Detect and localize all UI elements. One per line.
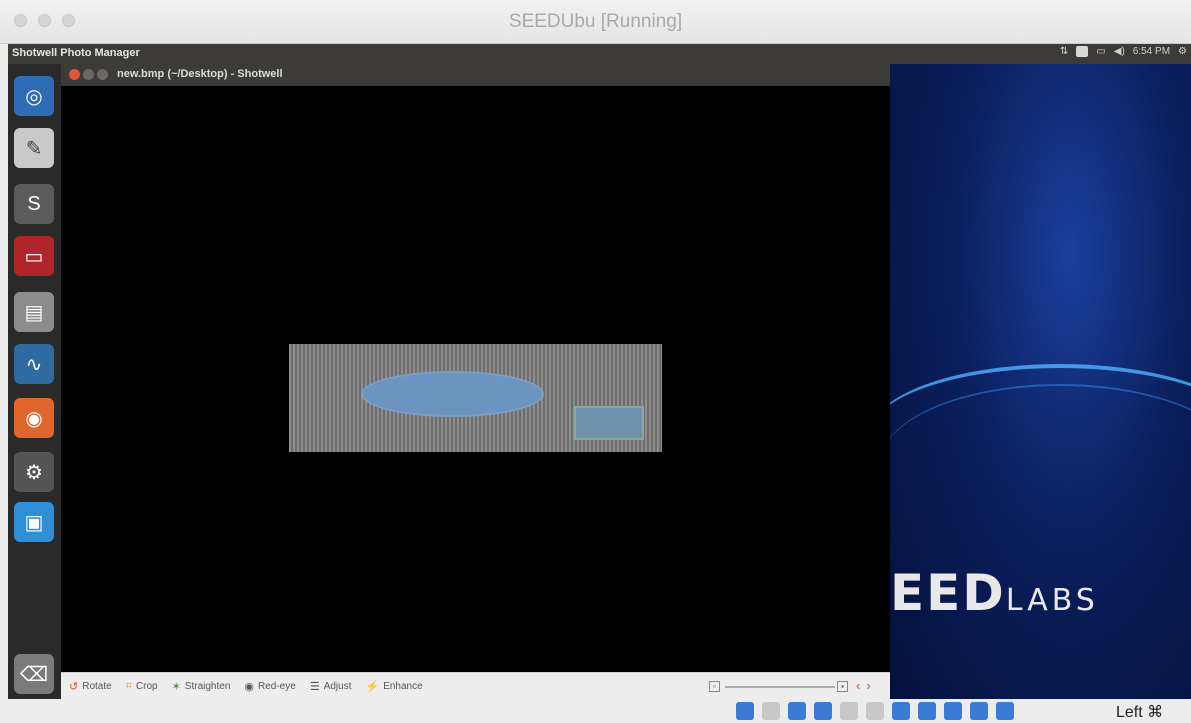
system-tray: ⇅ ▭ ◀) 6:54 PM ⚙ (1060, 46, 1187, 57)
adjust-icon: ☰ (309, 680, 320, 693)
shotwell-window-title: new.bmp (~/Desktop) - Shotwell (117, 68, 283, 80)
host-window-title: SEEDUbu [Running] (508, 11, 683, 32)
hard-disk-icon[interactable] (736, 702, 754, 720)
minimize-icon[interactable] (83, 69, 94, 80)
enhance-button[interactable]: ⚡ Enhance (365, 680, 422, 693)
ubuntu-icon[interactable]: ◎ (14, 76, 54, 116)
optical-drive-icon[interactable] (762, 702, 780, 720)
rotate-button[interactable]: ↺ Rotate (69, 680, 112, 693)
text-editor-icon[interactable]: ✎ (14, 128, 54, 168)
archive-icon[interactable]: ▤ (14, 292, 54, 332)
keyboard-capture-icon[interactable] (996, 702, 1014, 720)
bmp-image (289, 344, 662, 452)
vm-status-bar: Left ⌘ (0, 699, 1191, 723)
zoom-in-icon[interactable]: ▪ (837, 681, 848, 692)
zoom-track[interactable] (725, 686, 835, 688)
host-window-titlebar: SEEDUbu [Running] (0, 0, 1191, 44)
volume-icon[interactable]: ◀) (1114, 46, 1125, 57)
shared-folder-icon[interactable] (866, 702, 884, 720)
keyboard-layout-icon[interactable] (1076, 46, 1089, 57)
display-icon[interactable] (892, 702, 910, 720)
adjust-button[interactable]: ☰ Adjust (310, 680, 352, 693)
network-icon[interactable]: ⇅ (1060, 46, 1068, 57)
audio-icon[interactable] (788, 702, 806, 720)
straighten-icon: ✶ (171, 680, 181, 693)
red-eye-icon: ◉ (244, 680, 254, 693)
close-icon[interactable] (69, 69, 80, 80)
next-photo-icon[interactable]: › (866, 678, 876, 693)
crop-icon: ⌗ (125, 679, 132, 692)
image-rectangle-shape (574, 406, 644, 440)
gear-icon[interactable]: ⚙ (1178, 46, 1187, 57)
terminal-icon[interactable]: ▭ (14, 236, 54, 276)
desktop-wallpaper: EEDLABS (890, 64, 1191, 699)
cpu-icon[interactable] (944, 702, 962, 720)
straighten-button[interactable]: ✶ Straighten (172, 680, 231, 693)
zoom-out-icon[interactable]: ▫ (709, 681, 720, 692)
battery-icon[interactable]: ▭ (1096, 46, 1105, 57)
seedlabs-logo: EEDLABS (890, 564, 1099, 622)
settings-icon[interactable]: ⚙ (14, 452, 54, 492)
previous-photo-icon[interactable]: ‹ (856, 678, 866, 693)
red-eye-button[interactable]: ◉ Red-eye (244, 680, 295, 693)
photo-navigation: ‹› (856, 678, 877, 693)
zoom-slider[interactable]: ▫ ▪ (709, 681, 849, 693)
rotate-icon: ↺ (69, 680, 79, 693)
shotwell-window: new.bmp (~/Desktop) - Shotwell ↺ Rotate … (61, 64, 890, 699)
wireshark-icon[interactable]: ∿ (14, 344, 54, 384)
wallpaper-swirl-2 (890, 384, 1191, 544)
photo-canvas[interactable] (61, 86, 890, 672)
sublime-icon[interactable]: S (14, 184, 54, 224)
ubuntu-top-panel: Shotwell Photo Manager ⇅ ▭ ◀) 6:54 PM ⚙ (8, 44, 1191, 64)
vm-screen: Shotwell Photo Manager ⇅ ▭ ◀) 6:54 PM ⚙ … (8, 44, 1191, 699)
firefox-icon[interactable]: ◉ (14, 398, 54, 438)
usb-icon[interactable] (840, 702, 858, 720)
image-ellipse-shape (361, 371, 544, 417)
vm-status-icons (736, 702, 1014, 720)
trash-icon[interactable]: ⌫ (14, 654, 54, 694)
edit-toolbar: ↺ Rotate ⌗ Crop ✶ Straighten ◉ Red-eye ☰… (61, 672, 890, 699)
mouse-integration-icon[interactable] (970, 702, 988, 720)
shotwell-titlebar[interactable]: new.bmp (~/Desktop) - Shotwell (61, 64, 890, 86)
unity-launcher: ◎ ✎ S ▭ ▤ ∿ ◉ ⚙ ▣ ⌫ (8, 64, 61, 699)
host-key-label: Left ⌘ (1116, 704, 1164, 721)
shotwell-icon[interactable]: ▣ (14, 502, 54, 542)
maximize-icon[interactable] (97, 69, 108, 80)
network-adapter-icon[interactable] (814, 702, 832, 720)
enhance-icon: ⚡ (365, 680, 380, 693)
crop-button[interactable]: ⌗ Crop (126, 680, 158, 693)
active-app-title: Shotwell Photo Manager (12, 47, 140, 59)
video-capture-icon[interactable] (918, 702, 936, 720)
clock[interactable]: 6:54 PM (1133, 46, 1170, 57)
